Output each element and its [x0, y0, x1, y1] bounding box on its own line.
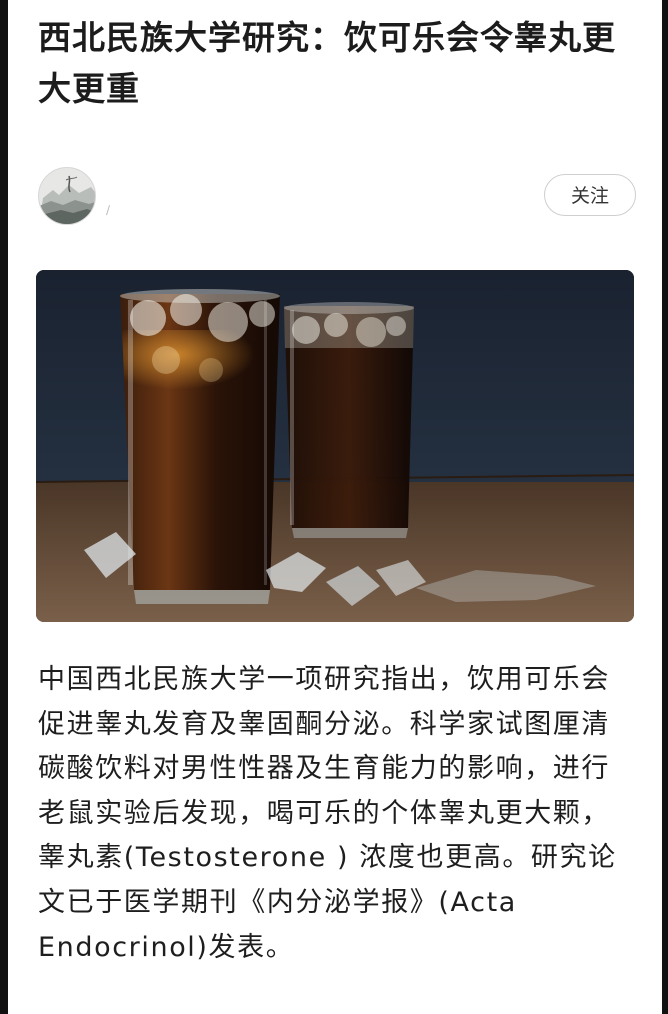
avatar-badge-icon: ∕: [106, 203, 111, 217]
left-border: [0, 0, 8, 1014]
article-title: 西北民族大学研究：饮可乐会令睾丸更大更重: [38, 18, 616, 108]
article-image[interactable]: [36, 270, 634, 622]
author-avatar[interactable]: [38, 167, 96, 225]
landscape-painting-icon: [39, 168, 95, 224]
right-border: [662, 0, 668, 1014]
follow-button[interactable]: 关注: [544, 174, 636, 216]
author-row: ∕ 关注: [38, 165, 636, 227]
article-body: 中国西北民族大学一项研究指出，饮用可乐会促进睾丸发育及睾固酮分泌。科学家试图厘清…: [38, 664, 617, 963]
cola-glasses-photo: [36, 270, 634, 622]
